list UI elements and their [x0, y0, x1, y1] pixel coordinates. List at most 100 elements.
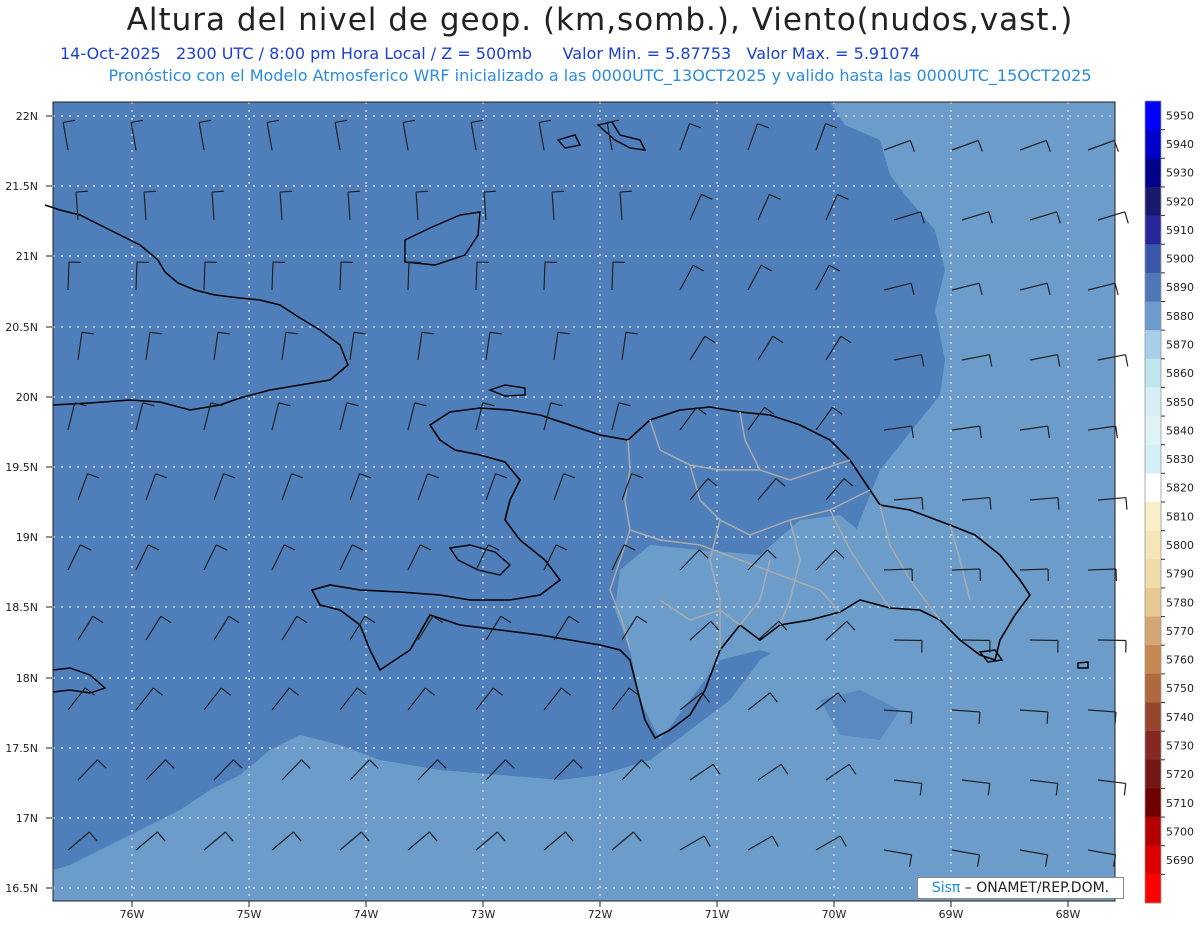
lat-label: 22N: [16, 110, 38, 123]
colorbar-swatch: [1145, 845, 1161, 875]
wind-barb-flag: [144, 190, 157, 193]
wind-barb-flag: [1046, 711, 1049, 724]
credit-box: Sisπ – ONAMET/REP.DOM.: [917, 877, 1124, 899]
lon-label: 69W: [939, 908, 964, 921]
colorbar-label: 5780: [1166, 596, 1194, 609]
colorbar-label: 5930: [1166, 167, 1194, 180]
colorbar-label: 5790: [1166, 568, 1194, 581]
wind-barb-flag: [484, 190, 497, 193]
lat-label: 18.5N: [5, 601, 38, 614]
colorbar-swatch: [1145, 244, 1161, 274]
colorbar-swatch: [1145, 874, 1161, 904]
lat-label: 17.5N: [5, 742, 38, 755]
lat-label: 20N: [16, 391, 38, 404]
colorbar-label: 5710: [1166, 797, 1194, 810]
lat-label: 18N: [16, 672, 38, 685]
lon-label: 70W: [822, 908, 847, 921]
wind-barb-flag: [348, 190, 361, 193]
colorbar-swatch: [1145, 788, 1161, 818]
colorbar-label: 5880: [1166, 310, 1194, 323]
colorbar-label: 5750: [1166, 682, 1194, 695]
colorbar-swatch: [1145, 416, 1161, 446]
wind-barb-flag: [1115, 426, 1118, 439]
lon-label: 68W: [1056, 908, 1081, 921]
colorbar-swatch: [1145, 387, 1161, 417]
colorbar-label: 5850: [1166, 396, 1194, 409]
wind-barb-flag: [1124, 211, 1129, 224]
colorbar-swatch: [1145, 673, 1161, 703]
colorbar-label: 5830: [1166, 453, 1194, 466]
colorbar-swatch: [1145, 272, 1161, 302]
colorbar-swatch: [1145, 702, 1161, 732]
wind-barb-flag: [1125, 497, 1128, 510]
colorbar-swatch: [1145, 301, 1161, 331]
colorbar-label: 5900: [1166, 253, 1194, 266]
colorbar-swatch: [1145, 616, 1161, 646]
lon-label: 75W: [237, 908, 262, 921]
wind-barb-flag: [620, 190, 633, 193]
colorbar-label: 5690: [1166, 854, 1194, 867]
credit-text: – ONAMET/REP.DOM.: [960, 880, 1110, 896]
wind-barb-flag: [910, 711, 913, 724]
lon-label: 71W: [705, 908, 730, 921]
colorbar-swatch: [1145, 530, 1161, 560]
colorbar-swatch: [1145, 759, 1161, 789]
wind-barb-flag: [1114, 283, 1119, 296]
wind-barb-flag: [76, 190, 89, 193]
wind-barb-flag: [212, 190, 225, 193]
colorbar-label: 5920: [1166, 195, 1194, 208]
lat-label: 20.5N: [5, 321, 38, 334]
lon-label: 74W: [354, 908, 379, 921]
wind-barb-flag: [1123, 783, 1127, 796]
lat-label: 21.5N: [5, 180, 38, 193]
lat-label: 19N: [16, 531, 38, 544]
lat-label: 17N: [16, 812, 38, 825]
lon-label: 76W: [120, 908, 145, 921]
colorbar-swatch: [1145, 158, 1161, 188]
lat-label: 19.5N: [5, 461, 38, 474]
colorbar-swatch: [1145, 559, 1161, 589]
colorbar-label: 5700: [1166, 825, 1194, 838]
colorbar-swatch: [1145, 215, 1161, 245]
colorbar-swatch: [1145, 817, 1161, 847]
colorbar-swatch: [1145, 473, 1161, 503]
colorbar-label: 5730: [1166, 739, 1194, 752]
latitude-labels: 22N 21.5N 21N 20.5N 20N 19.5N 19N 18.5N 18N 17.5N…: [5, 110, 52, 895]
colorbar-swatch: [1145, 444, 1161, 474]
colorbar-label: 5720: [1166, 768, 1194, 781]
colorbar-label: 5950: [1166, 109, 1194, 122]
wind-barb-flag: [416, 190, 429, 193]
colorbar-swatch: [1145, 587, 1161, 618]
colorbar-label: 5840: [1166, 424, 1194, 437]
colorbar-swatch: [1145, 330, 1161, 360]
colorbar-swatch: [1145, 502, 1161, 532]
lat-label: 21N: [16, 250, 38, 263]
colorbar-swatch: [1145, 129, 1161, 159]
lon-label: 72W: [588, 908, 613, 921]
colorbar-label: 5770: [1166, 625, 1194, 638]
wind-barb-flag: [1124, 354, 1129, 367]
colorbar-label: 5870: [1166, 338, 1194, 351]
wind-barb-flag: [552, 190, 565, 193]
colorbar-swatch: [1145, 358, 1161, 388]
colorbar-label: 5760: [1166, 654, 1194, 667]
lon-label: 73W: [471, 908, 496, 921]
colorbar-swatch: [1145, 101, 1161, 131]
colorbar-label: 5860: [1166, 367, 1194, 380]
colorbar-label: 5740: [1166, 711, 1194, 724]
colorbar: 5950 5940 5930 5920 5910 5900 5890 5880 5870 5860…: [1144, 100, 1194, 904]
colorbar-label: 5940: [1166, 138, 1194, 151]
colorbar-swatch: [1145, 731, 1161, 761]
colorbar-swatch: [1145, 645, 1161, 675]
colorbar-label: 5810: [1166, 510, 1194, 523]
colorbar-label: 5890: [1166, 281, 1194, 294]
wind-barb-flag: [280, 190, 293, 193]
credit-brand: Sisπ: [931, 880, 961, 896]
geopotential-map: 22N 21.5N 21N 20.5N 20N 19.5N 19N 18.5N 18N 17.5N…: [5, 100, 1194, 921]
wind-barb-flag: [978, 711, 981, 724]
colorbar-label: 5820: [1166, 482, 1194, 495]
colorbar-label: 5800: [1166, 539, 1194, 552]
colorbar-label: 5910: [1166, 224, 1194, 237]
colorbar-swatch: [1145, 186, 1161, 217]
lat-label: 16.5N: [5, 882, 38, 895]
